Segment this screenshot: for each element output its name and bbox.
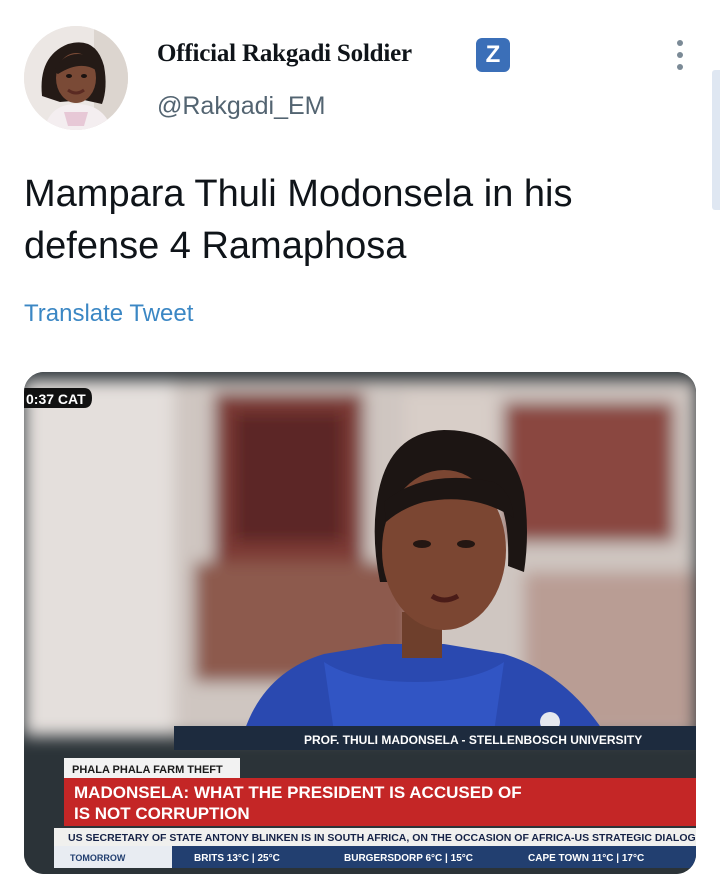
news-ticker: US SECRETARY OF STATE ANTONY BLINKEN IS …: [68, 832, 696, 844]
weather-cape-town: CAPE TOWN 11°C | 17°C: [528, 853, 644, 864]
lower-third-caption: PROF. THULI MADONSELA - STELLENBOSCH UNI…: [304, 733, 642, 747]
avatar[interactable]: [24, 26, 128, 130]
user-handle[interactable]: @Rakgadi_EM: [157, 92, 326, 121]
tweet-text: Mampara Thuli Modonsela in his defense 4…: [24, 173, 573, 267]
display-name[interactable]: Official Rakgadi Soldier: [157, 40, 412, 68]
tweet-media-image[interactable]: 0:37 CAT PROF. THULI MADONSELA - STELLEN…: [24, 372, 696, 874]
more-options-icon[interactable]: [672, 40, 688, 76]
weather-burgersdorp: BURGERSDORP 6°C | 15°C: [344, 853, 473, 864]
verified-badge: Z: [476, 38, 510, 72]
headline-line-2: IS NOT CORRUPTION: [74, 804, 250, 823]
headline-line-1: MADONSELA: WHAT THE PRESIDENT IS ACCUSED…: [74, 783, 522, 802]
tv-clock: 0:37 CAT: [26, 391, 86, 407]
weather-label: TOMORROW: [70, 853, 126, 863]
scroll-indicator[interactable]: [712, 70, 720, 210]
topic-tag: PHALA PHALA FARM THEFT: [72, 764, 223, 776]
avatar-image: [24, 26, 128, 130]
translate-tweet-link[interactable]: Translate Tweet: [24, 300, 193, 328]
weather-brits: BRITS 13°C | 25°C: [194, 853, 280, 864]
